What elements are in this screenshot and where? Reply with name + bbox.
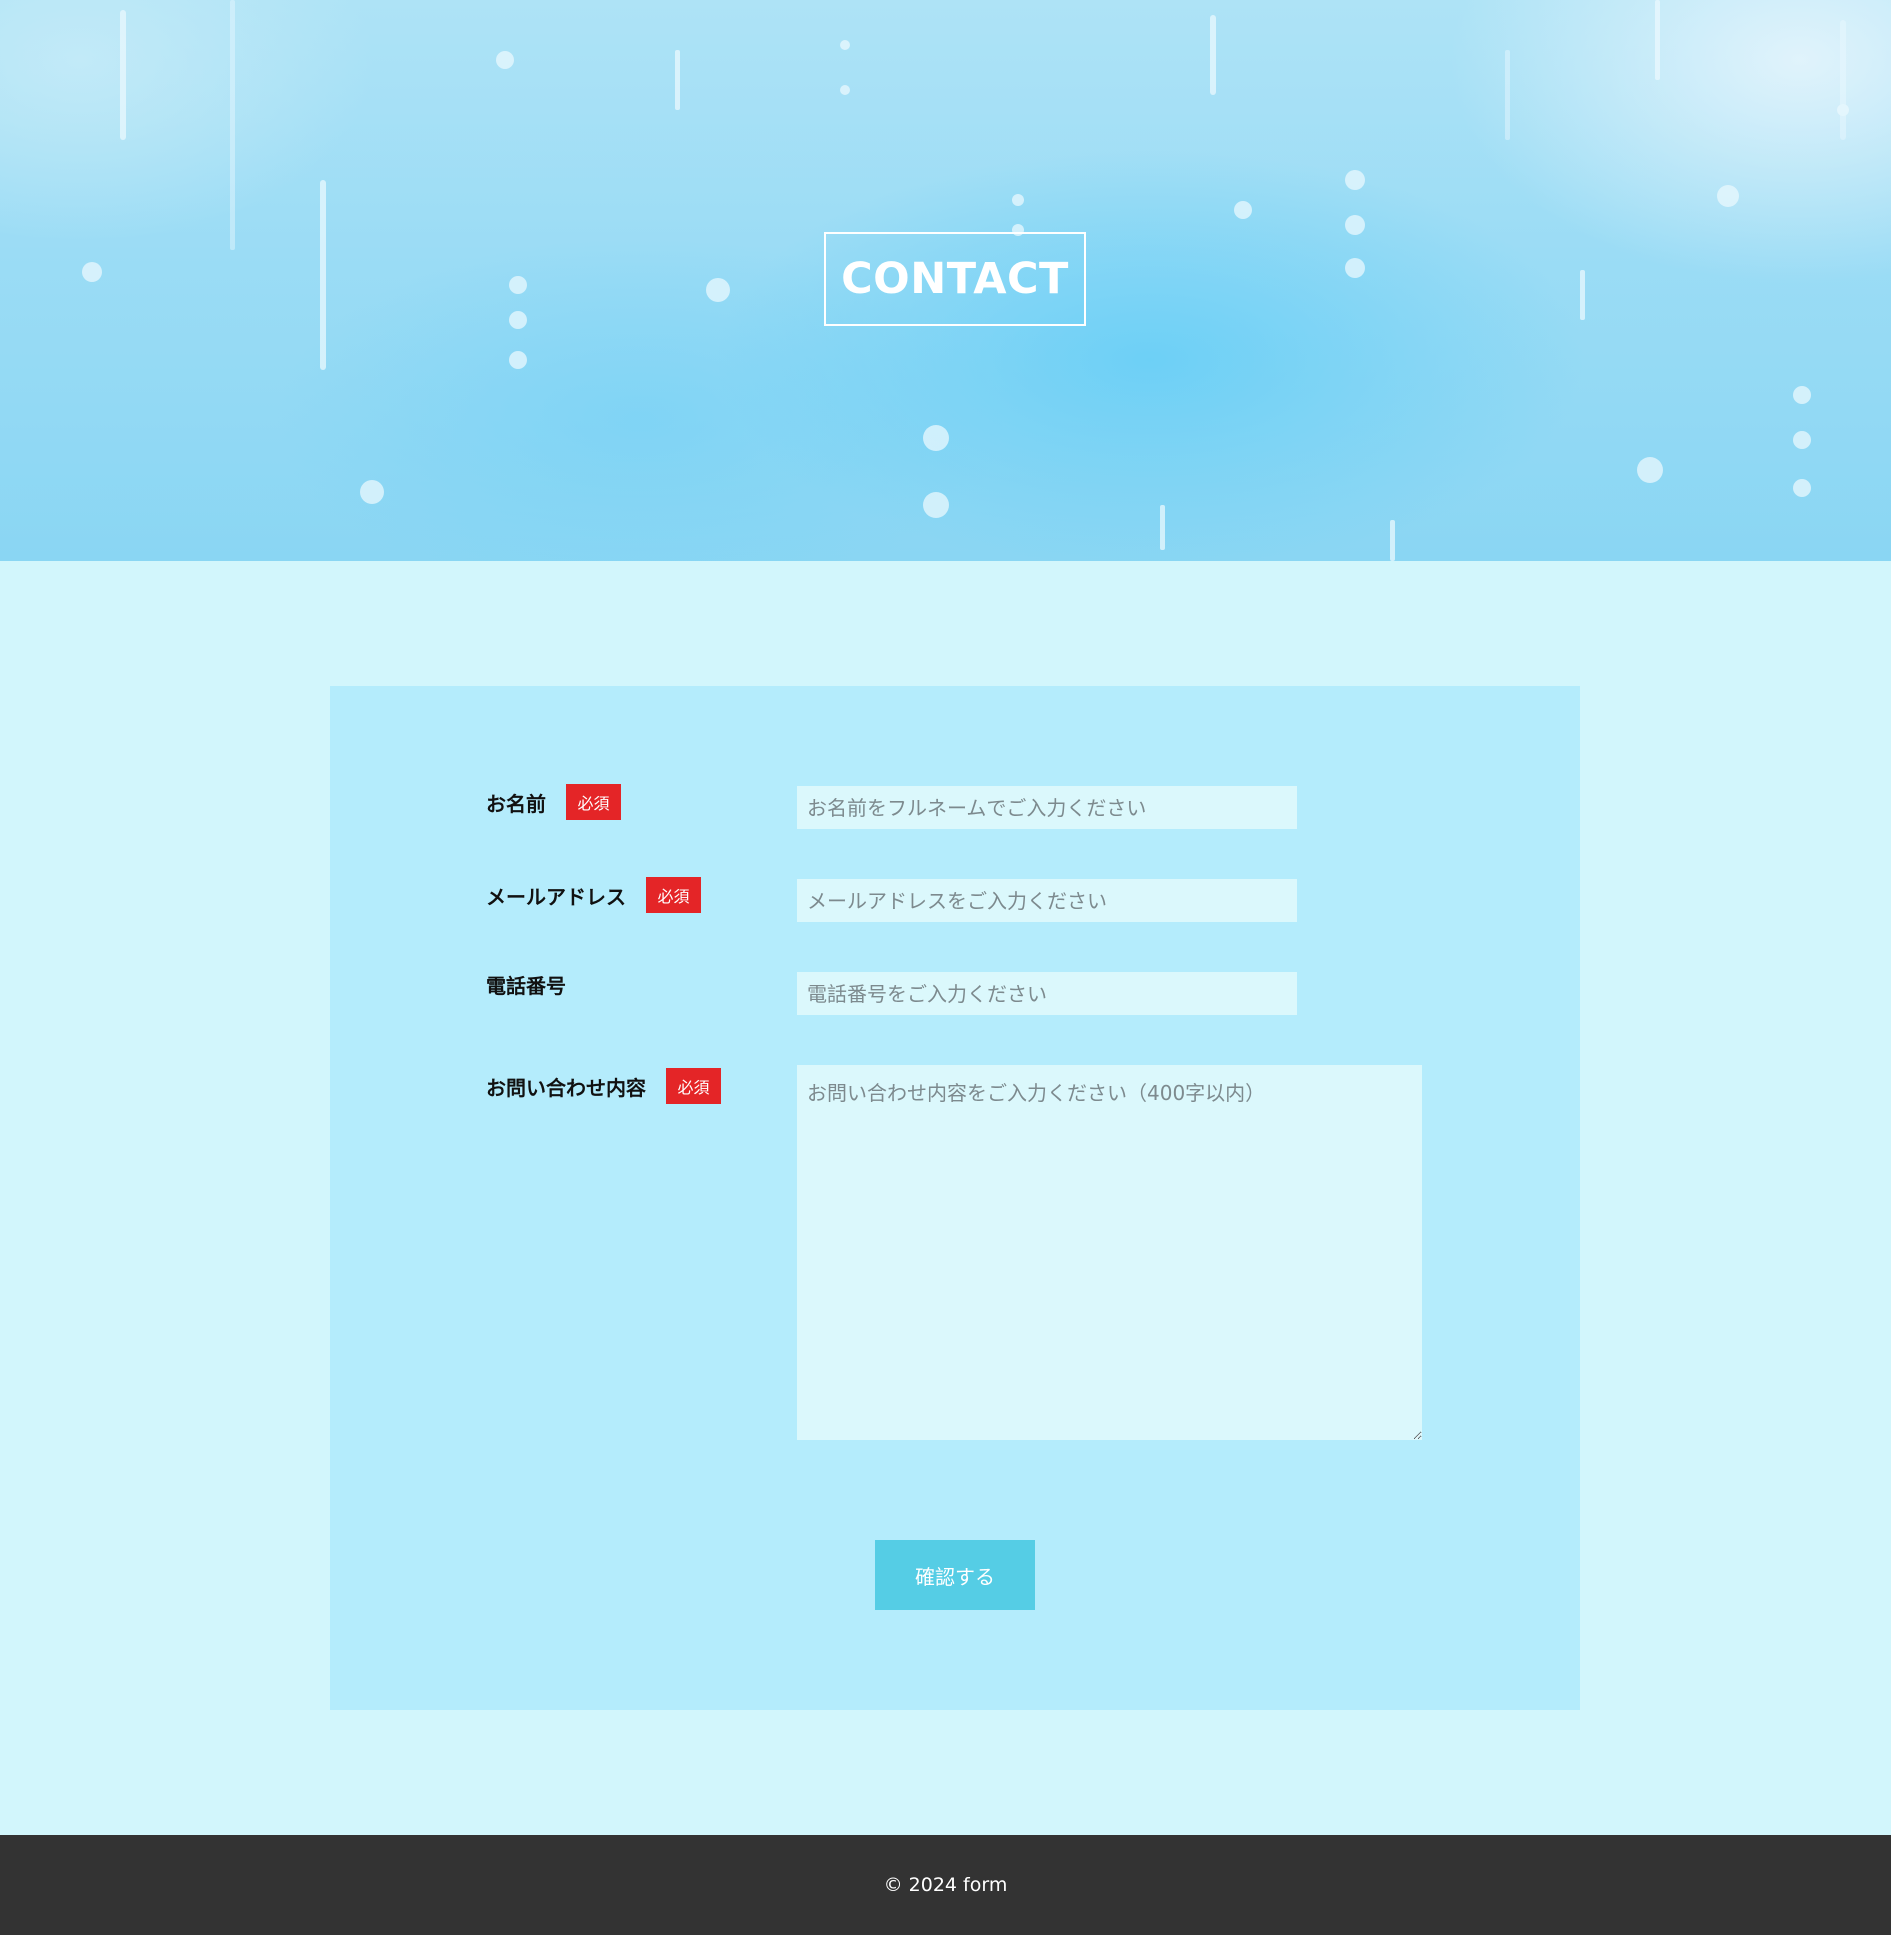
hero-banner: CONTACT [0,0,1891,561]
phone-input[interactable] [797,972,1297,1015]
email-input[interactable] [797,879,1297,922]
required-badge: 必須 [566,784,621,820]
contact-form-card: お名前 必須 メールアドレス 必須 電話番号 お問い合わせ内容 必須 [330,686,1580,1710]
message-textarea[interactable] [797,1065,1422,1440]
message-label: お問い合わせ内容 [486,1075,646,1100]
phone-label: 電話番号 [486,974,566,998]
copyright-text: © 2024 form [883,1874,1008,1896]
email-label: メールアドレス [486,884,626,909]
hero-title-box: CONTACT [824,232,1086,326]
required-badge: 必須 [646,877,701,913]
phone-label-group: 電話番号 [486,970,566,999]
confirm-button[interactable]: 確認する [875,1540,1035,1610]
required-badge: 必須 [666,1068,721,1104]
message-label-group: お問い合わせ内容 必須 [486,1068,721,1104]
name-label: お名前 [486,791,546,816]
page-title: CONTACT [841,254,1069,304]
email-label-group: メールアドレス 必須 [486,877,701,913]
name-input[interactable] [797,786,1297,829]
name-label-group: お名前 必須 [486,784,621,820]
footer: © 2024 form [0,1835,1891,1935]
